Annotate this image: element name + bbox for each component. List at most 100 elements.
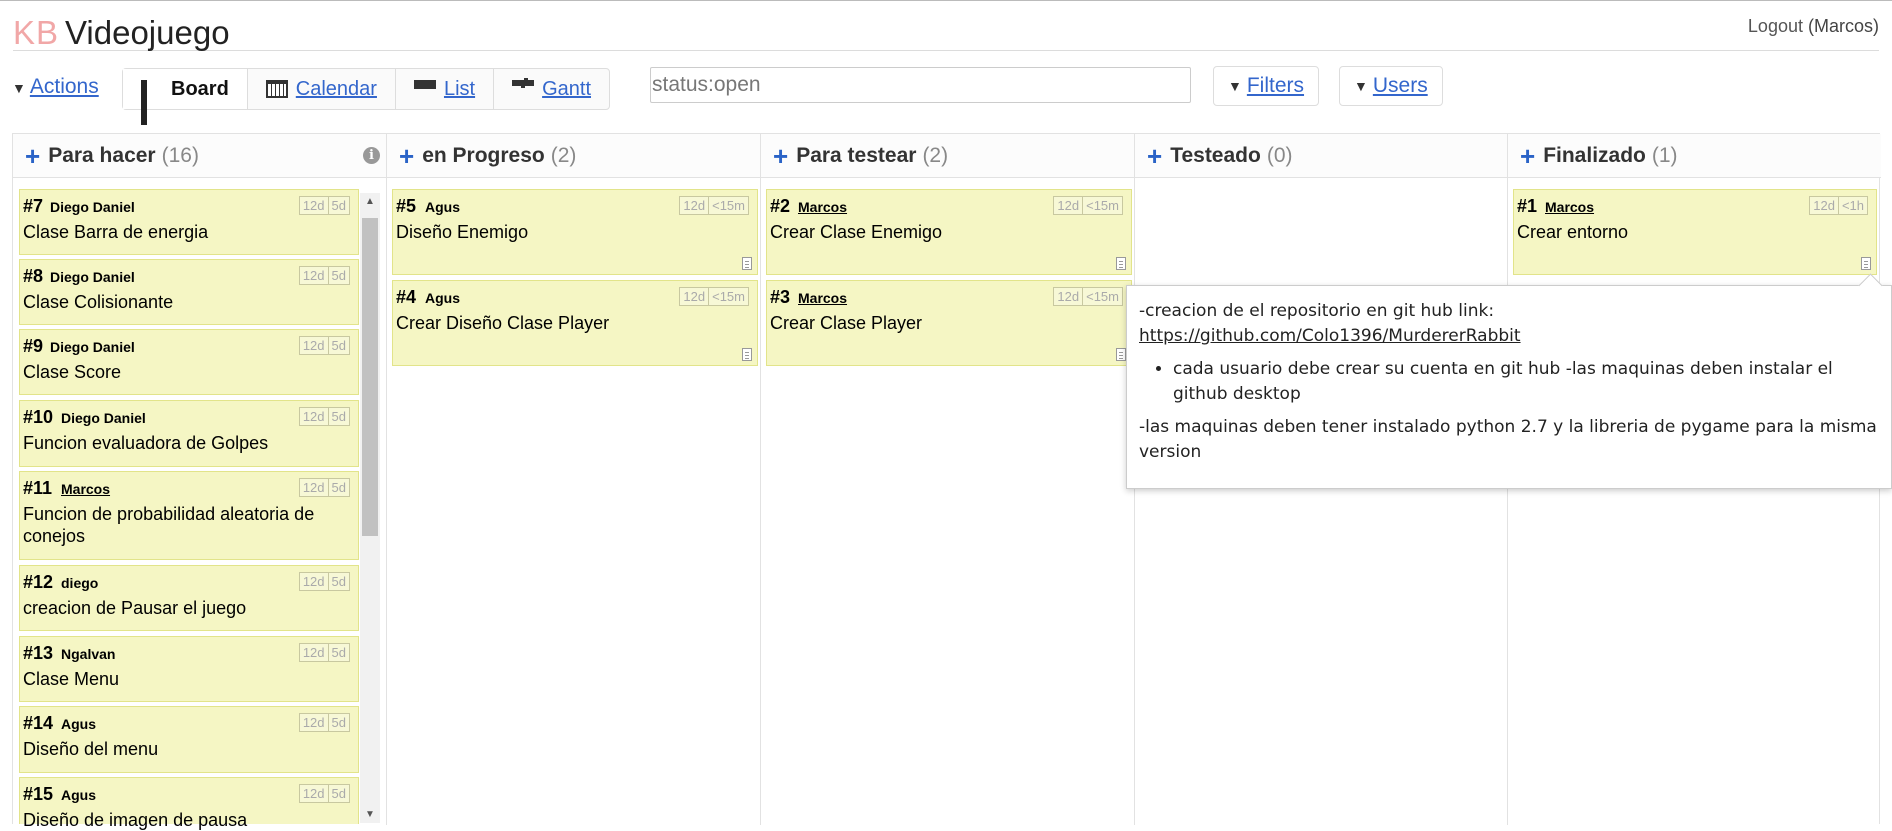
column-title: Para testear xyxy=(796,143,917,167)
filters-link[interactable]: Filters xyxy=(1247,74,1304,98)
column-title: Para hacer xyxy=(48,143,156,167)
task-assignee: Agus xyxy=(425,199,460,215)
task-id[interactable]: #13 xyxy=(23,643,53,664)
task-card[interactable]: #5 Agus 12d <15m Diseño Enemigo xyxy=(392,189,758,275)
description-icon[interactable] xyxy=(1116,348,1126,361)
actions-menu[interactable]: ▼ Actions xyxy=(12,75,99,99)
task-time-in-column: <15m xyxy=(708,197,748,214)
task-title: Crear Clase Enemigo xyxy=(770,222,943,242)
repository-link[interactable]: https://github.com/Colo1396/MurdererRabb… xyxy=(1139,326,1521,346)
task-badges: 12d 5d xyxy=(298,572,350,591)
scroll-down-icon[interactable]: ▼ xyxy=(365,809,375,820)
add-task-icon[interactable]: + xyxy=(773,143,788,169)
task-card[interactable]: #1 Marcos 12d <1h Crear entorno xyxy=(1513,189,1877,275)
current-user[interactable]: (Marcos) xyxy=(1808,16,1879,36)
task-age: 12d xyxy=(302,268,325,283)
tooltip-line: -creacion de el repositorio en git hub l… xyxy=(1139,301,1495,321)
task-card[interactable]: #11 Marcos 12d 5d Funcion de probabilidad… xyxy=(19,471,359,560)
task-card[interactable]: #15 Agus 12d 5d Diseño de imagen de pausa xyxy=(19,777,359,830)
task-id[interactable]: #7 xyxy=(23,196,43,217)
task-id[interactable]: #12 xyxy=(23,572,53,593)
task-assignee: Diego Daniel xyxy=(50,269,135,285)
task-assignee: Diego Daniel xyxy=(50,199,135,215)
task-assignee: Agus xyxy=(425,290,460,306)
logout-link[interactable]: Logout xyxy=(1748,16,1803,36)
task-card[interactable]: #13 Ngalvan 12d 5d Clase Menu xyxy=(19,636,359,702)
task-age: 12d xyxy=(302,574,325,589)
task-card[interactable]: #2 Marcos 12d <15m Crear Clase Enemigo xyxy=(766,189,1132,275)
task-time-in-column: <1h xyxy=(1837,197,1867,214)
view-switcher: Board Calendar List Gantt xyxy=(122,68,611,125)
task-id[interactable]: #9 xyxy=(23,336,43,357)
task-id[interactable]: #10 xyxy=(23,407,53,428)
task-id[interactable]: #14 xyxy=(23,713,53,734)
task-assignee[interactable]: Marcos xyxy=(1545,199,1594,215)
users-dropdown[interactable]: ▼ Users xyxy=(1339,66,1443,106)
task-age: 12d xyxy=(302,786,325,801)
task-badges: 12d <15m xyxy=(1053,196,1123,215)
add-task-icon[interactable]: + xyxy=(1520,143,1535,169)
task-id[interactable]: #3 xyxy=(770,287,790,308)
task-id[interactable]: #4 xyxy=(396,287,416,308)
scroll-up-icon[interactable]: ▲ xyxy=(365,196,375,207)
task-title: Clase Score xyxy=(23,362,122,382)
task-id[interactable]: #8 xyxy=(23,266,43,287)
task-id[interactable]: #2 xyxy=(770,196,790,217)
task-badges: 12d 5d xyxy=(298,478,350,497)
board-grid-icon xyxy=(141,80,163,125)
column-header: + en Progreso (2) xyxy=(387,134,760,178)
task-badges: 12d 5d xyxy=(298,196,350,215)
task-card[interactable]: #3 Marcos 12d <15m Crear Clase Player xyxy=(766,280,1132,366)
task-assignee: Diego Daniel xyxy=(61,410,146,426)
view-gantt[interactable]: Gantt xyxy=(494,69,609,109)
users-link[interactable]: Users xyxy=(1373,74,1428,98)
task-card[interactable]: #9 Diego Daniel 12d 5d Clase Score xyxy=(19,329,359,395)
kanboard-logo[interactable]: KB xyxy=(13,14,59,52)
task-time-in-column: 5d xyxy=(327,408,349,425)
task-age: 12d xyxy=(302,480,325,495)
task-id[interactable]: #1 xyxy=(1517,196,1537,217)
task-card[interactable]: #8 Diego Daniel 12d 5d Clase Colisionante xyxy=(19,259,359,325)
logout-area: Logout (Marcos) xyxy=(1748,16,1879,37)
task-id[interactable]: #11 xyxy=(23,478,52,499)
task-id[interactable]: #5 xyxy=(396,196,416,217)
column-scrollbar[interactable]: ▲ ▼ xyxy=(360,193,380,823)
task-assignee: diego xyxy=(61,575,99,591)
task-badges: 12d <15m xyxy=(679,287,749,306)
task-assignee[interactable]: Marcos xyxy=(798,290,847,306)
add-task-icon[interactable]: + xyxy=(1147,143,1162,169)
actions-link[interactable]: Actions xyxy=(30,75,99,98)
info-icon[interactable]: i xyxy=(363,147,380,164)
task-age: 12d xyxy=(1057,289,1080,304)
filters-dropdown[interactable]: ▼ Filters xyxy=(1213,66,1320,106)
task-card[interactable]: #10 Diego Daniel 12d 5d Funcion evaluador… xyxy=(19,400,359,467)
view-calendar-label[interactable]: Calendar xyxy=(296,78,377,101)
description-icon[interactable] xyxy=(742,257,752,270)
view-list-label[interactable]: List xyxy=(444,78,475,101)
view-list[interactable]: List xyxy=(396,69,495,109)
caret-down-icon: ▼ xyxy=(1228,78,1242,94)
task-id[interactable]: #15 xyxy=(23,784,53,805)
description-icon[interactable] xyxy=(1861,257,1871,270)
task-assignee[interactable]: Marcos xyxy=(61,481,110,497)
description-icon[interactable] xyxy=(742,348,752,361)
task-card[interactable]: #7 Diego Daniel 12d 5d Clase Barra de ene… xyxy=(19,189,359,255)
task-card[interactable]: #12 diego 12d 5d creacion de Pausar el ju… xyxy=(19,565,359,631)
description-tooltip: -creacion de el repositorio en git hub l… xyxy=(1126,273,1892,489)
add-task-icon[interactable]: + xyxy=(25,143,40,169)
column-title: en Progreso xyxy=(422,143,545,167)
task-assignee[interactable]: Marcos xyxy=(798,199,847,215)
task-assignee: Ngalvan xyxy=(61,646,116,662)
add-task-icon[interactable]: + xyxy=(399,143,414,169)
task-card[interactable]: #14 Agus 12d 5d Diseño del menu xyxy=(19,706,359,773)
description-icon[interactable] xyxy=(1116,257,1126,270)
caret-down-icon: ▼ xyxy=(1354,78,1368,94)
tooltip-bullet: cada usuario debe crear su cuenta en git… xyxy=(1173,357,1879,407)
task-card[interactable]: #4 Agus 12d <15m Crear Diseño Clase Playe… xyxy=(392,280,758,366)
search-input[interactable] xyxy=(650,67,1191,103)
view-calendar[interactable]: Calendar xyxy=(248,69,396,109)
task-age: 12d xyxy=(1057,198,1080,213)
view-board[interactable]: Board xyxy=(123,69,248,125)
view-gantt-label[interactable]: Gantt xyxy=(542,78,591,101)
scrollbar-thumb[interactable] xyxy=(362,218,378,536)
